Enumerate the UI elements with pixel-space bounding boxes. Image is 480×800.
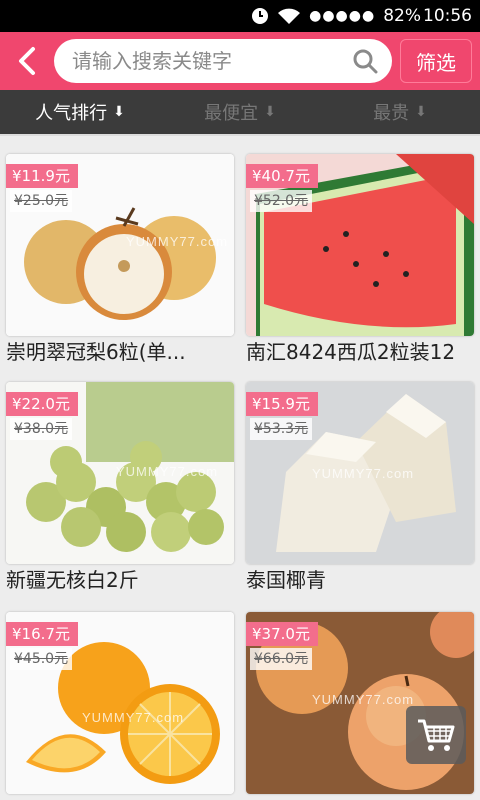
original-price: ¥45.0元 (10, 648, 73, 670)
original-price: ¥53.3元 (250, 418, 313, 440)
alarm-icon (251, 7, 269, 25)
product-grid: YUMMY77.com ¥11.9元 ¥25.0元 崇明翠冠梨6粒(单... ¥… (0, 136, 480, 800)
sort-tabs: 人气排行 ⬇ 最便宜 ⬇ 最贵 ⬇ (0, 90, 480, 136)
top-header: 筛选 (0, 32, 480, 90)
filter-button[interactable]: 筛选 (400, 39, 472, 83)
price-tag: ¥22.0元 (6, 392, 78, 416)
product-card[interactable]: YUMMY77.com ¥11.9元 ¥25.0元 (6, 154, 234, 336)
search-box (54, 39, 392, 83)
search-input[interactable] (70, 48, 344, 74)
product-card[interactable]: YUMMY77.com ¥37.0元 ¥66.0元 (246, 612, 474, 794)
price-tag: ¥11.9元 (6, 164, 78, 188)
search-icon[interactable] (352, 48, 378, 78)
price-tag: ¥37.0元 (246, 622, 318, 646)
tab-most-expensive[interactable]: 最贵 ⬇ (320, 90, 480, 134)
arrow-down-icon: ⬇ (113, 104, 125, 120)
arrow-down-icon: ⬇ (415, 104, 427, 120)
tab-label: 最贵 (373, 103, 410, 124)
product-card[interactable]: YUMMY77.com ¥22.0元 ¥38.0元 (6, 382, 234, 564)
product-card[interactable]: YUMMY77.com ¥16.7元 ¥45.0元 (6, 612, 234, 794)
watermark: YUMMY77.com (126, 234, 229, 249)
tab-label: 最便宜 (204, 103, 259, 124)
product-title[interactable]: 南汇8424西瓜2粒装12 (246, 338, 478, 366)
watermark: YUMMY77.com (312, 466, 415, 481)
price-tag: ¥16.7元 (6, 622, 78, 646)
product-title[interactable]: 泰国椰青 (246, 566, 478, 594)
wifi-icon (277, 7, 301, 25)
back-button[interactable] (6, 38, 48, 84)
battery-level: 82% (383, 6, 421, 26)
cart-button[interactable] (406, 706, 466, 764)
chevron-left-icon (19, 47, 35, 75)
product-card[interactable]: YUMMY77.com ¥15.9元 ¥53.3元 (246, 382, 474, 564)
price-tag: ¥40.7元 (246, 164, 318, 188)
original-price: ¥38.0元 (10, 418, 73, 440)
tab-popularity[interactable]: 人气排行 ⬇ (0, 90, 160, 134)
original-price: ¥25.0元 (10, 190, 73, 212)
original-price: ¥66.0元 (250, 648, 313, 670)
watermark: YUMMY77.com (82, 710, 185, 725)
product-title[interactable]: 新疆无核白2斤 (6, 566, 238, 594)
tab-label: 人气排行 (35, 103, 108, 124)
watermark: YUMMY77.com (116, 464, 219, 479)
original-price: ¥52.0元 (250, 190, 313, 212)
watermark: YUMMY77.com (312, 692, 415, 707)
price-tag: ¥15.9元 (246, 392, 318, 416)
tab-cheapest[interactable]: 最便宜 ⬇ (160, 90, 320, 134)
status-bar: ●●●●● 82% 10:56 (0, 0, 480, 32)
clock: 10:56 (423, 6, 472, 26)
signal-icon: ●●●●● (309, 8, 376, 24)
product-card[interactable]: ¥40.7元 ¥52.0元 (246, 154, 474, 336)
shopping-cart-icon (418, 719, 455, 751)
arrow-down-icon: ⬇ (264, 104, 276, 120)
product-title[interactable]: 崇明翠冠梨6粒(单... (6, 338, 238, 366)
